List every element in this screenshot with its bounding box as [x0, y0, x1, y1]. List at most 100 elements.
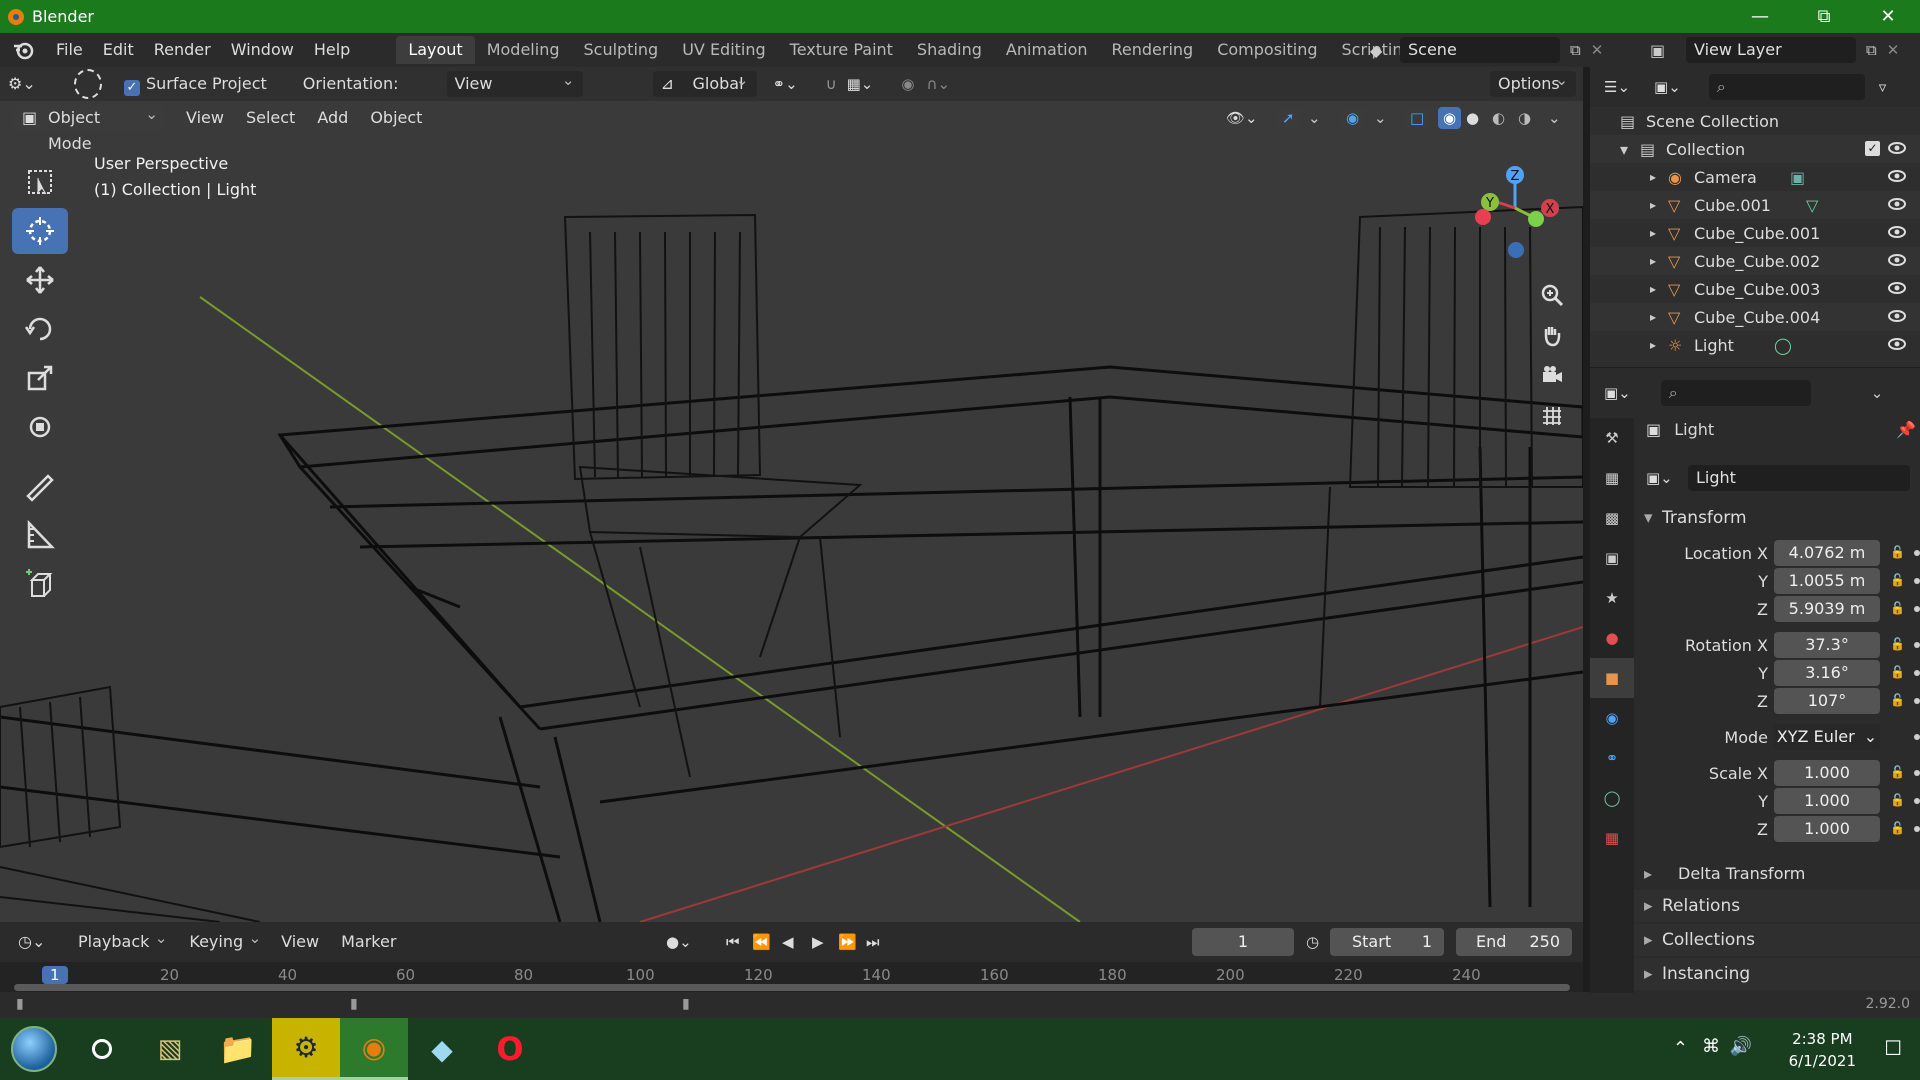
tab-texture-paint[interactable]: Texture Paint: [778, 36, 905, 64]
pin-icon[interactable]: 📌: [1896, 420, 1916, 439]
object-tab-icon[interactable]: ■: [1590, 658, 1634, 698]
xray-toggle-icon[interactable]: □: [1404, 107, 1431, 129]
collection-checkbox[interactable]: ✓: [1865, 141, 1880, 156]
visibility-icon[interactable]: [1888, 197, 1906, 211]
blender-menu-icon[interactable]: [12, 38, 36, 62]
taskbar-opera[interactable]: O: [476, 1018, 544, 1080]
taskbar-clock[interactable]: 2:38 PM 6/1/2021: [1789, 1028, 1856, 1072]
taskbar-app-cube[interactable]: ◆: [408, 1018, 476, 1080]
zoom-icon[interactable]: [1534, 275, 1570, 315]
new-scene-icon[interactable]: ⧉: [1570, 41, 1581, 59]
shading-wireframe-icon[interactable]: ◉: [1438, 107, 1462, 129]
move-tool[interactable]: [12, 257, 68, 303]
start-button[interactable]: [0, 1018, 68, 1080]
taskbar-steam[interactable]: ⚙: [272, 1018, 340, 1080]
surface-project-toggle[interactable]: ✓ Surface Project: [116, 71, 275, 97]
keyframe-dot-icon[interactable]: [1914, 642, 1920, 648]
mesh-data-icon[interactable]: ▽: [1806, 196, 1818, 215]
tool-tab-icon[interactable]: ⚒: [1590, 418, 1634, 458]
menu-edit[interactable]: Edit: [93, 33, 144, 67]
constraints-tab-icon[interactable]: ⚭: [1590, 738, 1634, 778]
collection-row[interactable]: ▾ ▤ Collection ✓: [1590, 135, 1920, 163]
keyframe-dot-icon[interactable]: [1914, 798, 1920, 804]
scene-name-field[interactable]: Scene: [1400, 37, 1560, 63]
scale-tool[interactable]: [12, 355, 68, 401]
pan-hand-icon[interactable]: [1534, 315, 1570, 355]
properties-options-icon[interactable]: ⌄: [1871, 384, 1884, 402]
keyframe-dot-icon[interactable]: [1914, 698, 1920, 704]
timeline-view-menu[interactable]: View: [273, 929, 327, 955]
camera-data-icon[interactable]: ▣: [1790, 168, 1805, 187]
proportional-editing-icon[interactable]: ◉: [901, 75, 914, 93]
shading-dropdown-icon[interactable]: ⌄: [1548, 109, 1561, 127]
3d-viewport[interactable]: ⚙⌄ ✓ Surface Project Orientation: View ⊿ …: [0, 67, 1583, 922]
expand-arrow-icon[interactable]: ▸: [1650, 310, 1668, 324]
minimize-button[interactable]: —: [1728, 0, 1792, 33]
scene-collection-row[interactable]: ▤ Scene Collection: [1590, 107, 1920, 135]
properties-search-input[interactable]: ⌕: [1660, 380, 1811, 406]
camera-view-icon[interactable]: [1534, 355, 1570, 395]
scene-tab-icon[interactable]: ★: [1590, 578, 1634, 618]
jump-start-icon[interactable]: ⏮: [726, 933, 740, 951]
outliner-item-cube-cube-002[interactable]: ▸ ▽ Cube_Cube.002: [1590, 247, 1920, 275]
rotation-x-field[interactable]: 37.3°: [1774, 632, 1880, 658]
tab-rendering[interactable]: Rendering: [1100, 36, 1206, 64]
expand-arrow-icon[interactable]: ▸: [1650, 226, 1668, 240]
keyframe-dot-icon[interactable]: [1914, 578, 1920, 584]
object-datablock-row[interactable]: ▣⌄ Light: [1646, 464, 1916, 492]
tab-uv-editing[interactable]: UV Editing: [670, 36, 777, 64]
search-button[interactable]: [68, 1018, 136, 1080]
visibility-icon[interactable]: 👁⌄: [1226, 109, 1258, 127]
lock-icon[interactable]: 🔓: [1890, 573, 1905, 587]
orientation-dropdown[interactable]: View: [446, 67, 583, 97]
relations-panel-header[interactable]: Relations: [1634, 890, 1920, 922]
add-cube-tool[interactable]: [12, 561, 68, 607]
object-datablock-field[interactable]: Light: [1688, 465, 1910, 491]
delta-transform-panel-header[interactable]: Delta Transform: [1634, 858, 1920, 890]
instancing-panel-header[interactable]: Instancing: [1634, 958, 1920, 990]
expand-arrow-icon[interactable]: ▸: [1650, 170, 1668, 184]
menu-help[interactable]: Help: [304, 33, 360, 67]
collection-visibility-icon[interactable]: [1888, 141, 1906, 155]
proportional-falloff-icon[interactable]: ∩⌄: [926, 75, 950, 93]
rotation-z-field[interactable]: 107°: [1774, 688, 1880, 714]
location-y-field[interactable]: 1.0055 m: [1774, 568, 1880, 594]
light-data-icon[interactable]: ◯: [1774, 336, 1792, 355]
keying-menu[interactable]: Keying: [181, 925, 269, 955]
rotation-y-field[interactable]: 3.16°: [1774, 660, 1880, 686]
lock-icon[interactable]: 🔓: [1890, 665, 1905, 679]
shading-rendered-icon[interactable]: ◑: [1518, 109, 1531, 127]
timeline-ruler[interactable]: 1 20 40 60 80 100 120 140 160 180 200 22…: [0, 962, 1583, 992]
rotation-mode-dropdown[interactable]: XYZ Euler ⌄: [1774, 724, 1880, 750]
collections-panel-header[interactable]: Collections: [1634, 924, 1920, 956]
overlays-dropdown-icon[interactable]: ⌄: [1374, 109, 1387, 127]
scale-x-field[interactable]: 1.000: [1774, 760, 1880, 786]
maximize-button[interactable]: ⧉: [1792, 0, 1856, 33]
visibility-icon[interactable]: [1888, 169, 1906, 183]
outliner-item-cube-cube-004[interactable]: ▸ ▽ Cube_Cube.004: [1590, 303, 1920, 331]
tab-sculpting[interactable]: Sculpting: [571, 36, 670, 64]
visibility-icon[interactable]: [1888, 225, 1906, 239]
tab-modeling[interactable]: Modeling: [475, 36, 572, 64]
scene-selector[interactable]: ◆ Scene ⧉ ✕: [1370, 36, 1610, 64]
rotate-tool[interactable]: [12, 306, 68, 352]
transform-tool[interactable]: [12, 404, 68, 450]
gizmo-z-label[interactable]: Z: [1511, 169, 1520, 184]
lock-icon[interactable]: 🔓: [1890, 545, 1905, 559]
view-layer-tab-icon[interactable]: ▣: [1590, 538, 1634, 578]
play-reverse-icon[interactable]: ◀: [782, 933, 794, 951]
surface-project-checkbox[interactable]: ✓: [124, 80, 140, 96]
render-tab-icon[interactable]: ▦: [1590, 458, 1634, 498]
new-view-layer-icon[interactable]: ⧉: [1866, 41, 1877, 59]
snap-target-icon[interactable]: ▦⌄: [847, 75, 874, 93]
jump-end-icon[interactable]: ⏭: [866, 933, 880, 951]
delete-scene-icon[interactable]: ✕: [1591, 41, 1604, 59]
annotate-tool[interactable]: [12, 463, 68, 509]
expand-arrow-icon[interactable]: ▸: [1650, 282, 1668, 296]
location-z-field[interactable]: 5.9039 m: [1774, 596, 1880, 622]
tab-animation[interactable]: Animation: [994, 36, 1100, 64]
visibility-icon[interactable]: [1888, 309, 1906, 323]
texture-tab-icon[interactable]: ▦: [1590, 818, 1634, 858]
menu-render[interactable]: Render: [144, 33, 221, 67]
keyframe-dot-icon[interactable]: [1914, 826, 1920, 832]
